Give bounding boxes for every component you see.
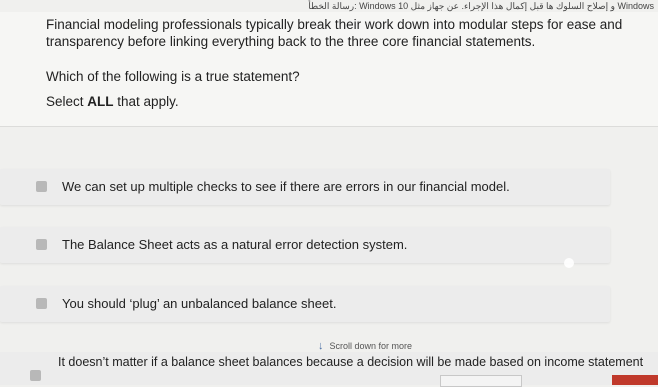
scroll-hint-label: Scroll down for more <box>329 341 413 351</box>
answer-option-1[interactable]: We can set up multiple checks to see if … <box>0 169 610 205</box>
checkbox-icon[interactable] <box>36 181 47 192</box>
select-instruction: Select ALL that apply. <box>46 94 179 109</box>
select-suffix: that apply. <box>113 94 179 109</box>
answer-option-label: You should ‘plug’ an unbalanced balance … <box>62 296 337 311</box>
select-all-emphasis: ALL <box>87 94 114 109</box>
arrow-down-icon: ↓ <box>318 340 324 352</box>
question-intro: Financial modeling professionals typical… <box>46 17 623 49</box>
answer-option-2[interactable]: The Balance Sheet acts as a natural erro… <box>0 227 610 263</box>
checkbox-icon[interactable] <box>36 298 47 309</box>
system-notification-bar: رسالة الخطأ: Windows 10 و إصلاح السلوك ه… <box>308 1 654 11</box>
cursor-dot-icon <box>564 258 574 268</box>
scroll-hint[interactable]: ↓ Scroll down for more <box>318 340 412 352</box>
checkbox-icon[interactable] <box>30 370 41 381</box>
answer-option-4[interactable]: It doesn’t matter if a balance sheet bal… <box>0 352 658 385</box>
question-panel: Financial modeling professionals typical… <box>0 12 658 127</box>
answer-option-3[interactable]: You should ‘plug’ an unbalanced balance … <box>0 286 610 322</box>
answer-option-label: It doesn’t matter if a balance sheet bal… <box>58 355 644 369</box>
bottom-action-button[interactable] <box>612 375 658 385</box>
checkbox-icon[interactable] <box>36 239 47 250</box>
bottom-button[interactable] <box>440 375 522 387</box>
question-prompt: Which of the following is a true stateme… <box>46 69 300 84</box>
answer-option-label: We can set up multiple checks to see if … <box>62 179 510 194</box>
select-prefix: Select <box>46 94 88 109</box>
answer-option-label: The Balance Sheet acts as a natural erro… <box>62 237 408 252</box>
